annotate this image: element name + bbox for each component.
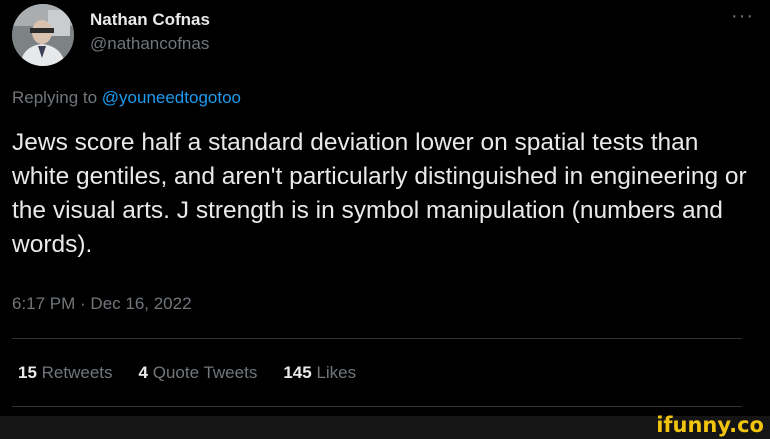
author-block: Nathan Cofnas @nathancofnas (90, 10, 210, 55)
retweets-count: 15 (18, 363, 37, 382)
author-handle[interactable]: @nathancofnas (90, 33, 210, 55)
divider (12, 338, 742, 339)
author-display-name[interactable]: Nathan Cofnas (90, 10, 210, 30)
tweet-header: Nathan Cofnas @nathancofnas ··· (12, 4, 758, 66)
likes-stat[interactable]: 145 Likes (283, 363, 356, 383)
likes-label: Likes (316, 363, 357, 382)
quote-tweets-label: Quote Tweets (152, 363, 258, 382)
tweet-text: Jews score half a standard deviation low… (12, 129, 747, 258)
quote-tweets-stat[interactable]: 4 Quote Tweets (139, 363, 258, 383)
retweets-stat[interactable]: 15 Retweets (18, 363, 113, 383)
likes-count: 145 (283, 363, 312, 382)
reply-mention-link[interactable]: @youneedtogotoo (102, 88, 241, 107)
avatar[interactable] (12, 4, 74, 66)
reply-context: Replying to @youneedtogotoo (12, 88, 241, 108)
ifunny-watermark: ifunny.co (656, 413, 764, 437)
retweets-label: Retweets (41, 363, 113, 382)
divider (12, 406, 742, 407)
engagement-stats: 15 Retweets 4 Quote Tweets 145 Likes (18, 363, 356, 383)
footer-bar (0, 416, 770, 439)
profile-photo-icon (12, 4, 74, 66)
reply-prefix: Replying to (12, 88, 102, 107)
quote-tweets-count: 4 (138, 363, 148, 382)
tweet-timestamp[interactable]: 6:17 PM · Dec 16, 2022 (12, 294, 192, 314)
more-options-icon[interactable]: ··· (731, 6, 754, 26)
